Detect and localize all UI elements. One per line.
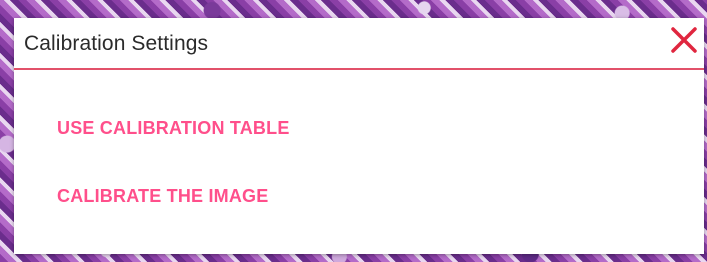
calibrate-image-button[interactable]: CALIBRATE THE IMAGE <box>57 186 268 207</box>
use-calibration-table-button[interactable]: USE CALIBRATION TABLE <box>57 118 290 139</box>
calibration-settings-dialog: Calibration Settings USE CALIBRATION TAB… <box>14 18 704 254</box>
close-button[interactable] <box>668 24 700 56</box>
dialog-header: Calibration Settings <box>14 18 704 70</box>
dialog-title: Calibration Settings <box>24 32 209 55</box>
close-icon <box>671 27 697 53</box>
